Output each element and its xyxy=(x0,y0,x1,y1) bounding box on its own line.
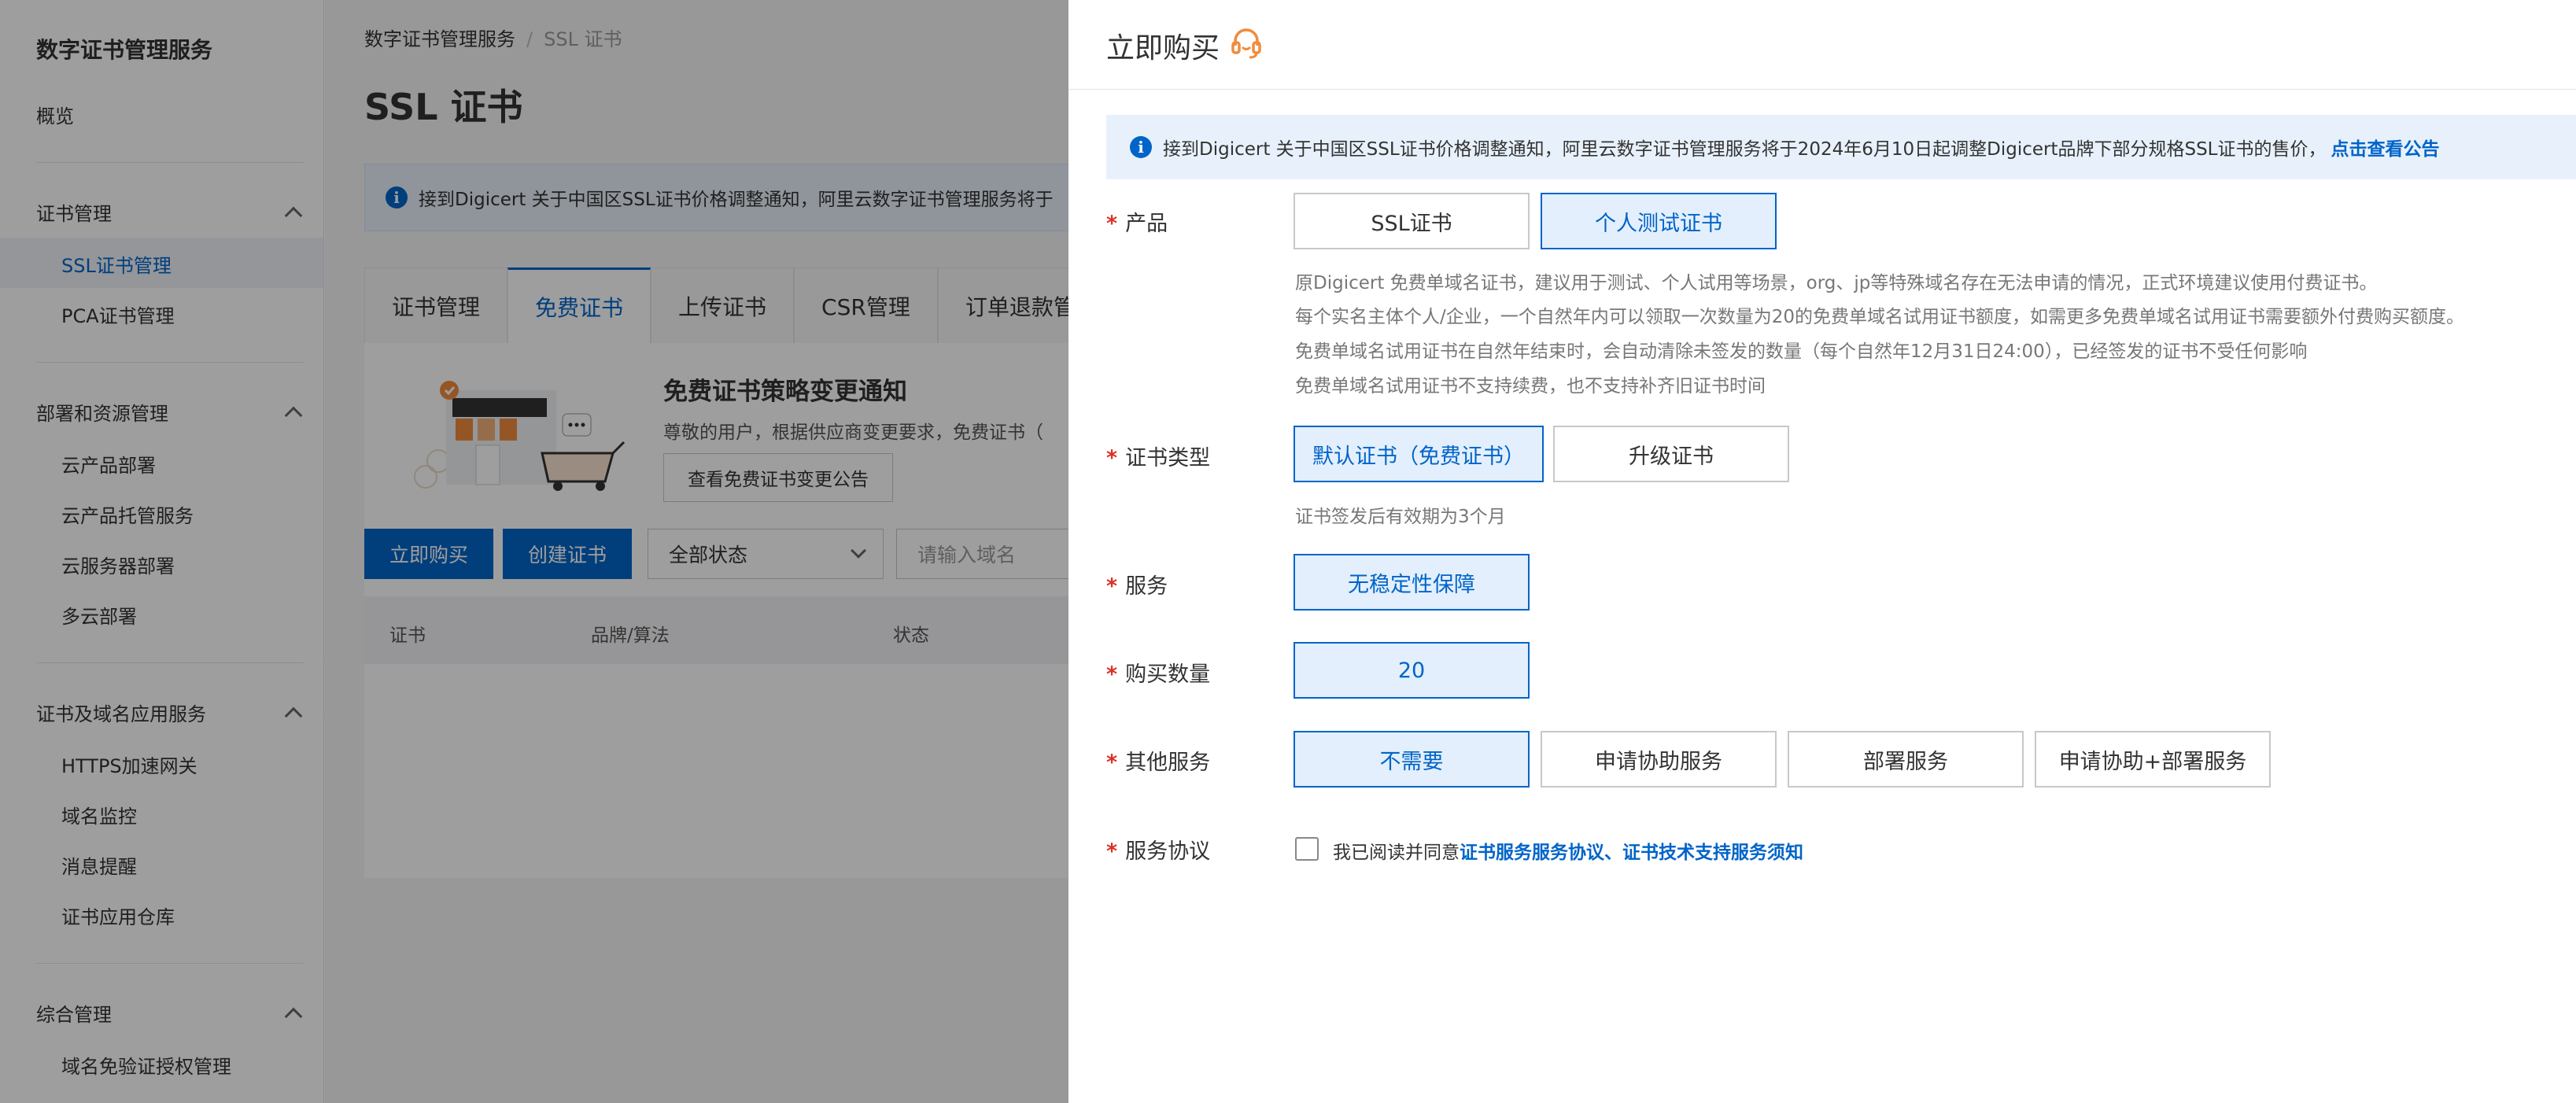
other-service-option-assist[interactable]: 申请协助服务 xyxy=(1541,731,1777,788)
headset-icon[interactable] xyxy=(1229,25,1264,60)
view-announcement-link[interactable]: 点击查看公告 xyxy=(2331,134,2440,160)
cert-type-option-default[interactable]: 默认证书（免费证书） xyxy=(1294,426,1544,482)
other-service-option-assist-deploy[interactable]: 申请协助+部署服务 xyxy=(2035,731,2271,788)
drawer-price-notice: i 接到Digicert 关于中国区SSL证书价格调整通知，阿里云数字证书管理服… xyxy=(1106,115,2576,179)
other-service-label: * 其他服务 xyxy=(1106,751,1211,775)
info-icon: i xyxy=(1130,136,1152,158)
product-help-line: 原Digicert 免费单域名证书，建议用于测试、个人试用等场景，org、jp等… xyxy=(1295,273,2378,293)
drawer-notice-text: 接到Digicert 关于中国区SSL证书价格调整通知，阿里云数字证书管理服务将… xyxy=(1163,139,2327,160)
other-service-option-deploy[interactable]: 部署服务 xyxy=(1788,731,2024,788)
service-label: * 服务 xyxy=(1106,574,1168,599)
drawer-title: 立即购买 xyxy=(1106,32,1220,65)
agreement-text: 我已阅读并同意证书服务服务协议、证书技术支持服务须知 xyxy=(1333,837,1803,864)
cert-type-help: 证书签发后有效期为3个月 xyxy=(1295,507,1506,527)
product-option-personal-test[interactable]: 个人测试证书 xyxy=(1541,193,1777,249)
buy-now-drawer: 立即购买 i 接到Digicert 关于中国区SSL证书价格调整通知，阿里云数字… xyxy=(1068,0,2576,1103)
modal-overlay[interactable] xyxy=(0,0,1072,1103)
drawer-header: 立即购买 xyxy=(1068,0,2576,90)
product-label: * 产品 xyxy=(1106,212,1168,236)
product-help-line: 免费单域名试用证书在自然年结束时，会自动清除未签发的数量（每个自然年12月31日… xyxy=(1295,341,2308,362)
quantity-option[interactable]: 20 xyxy=(1294,642,1530,699)
quantity-label: * 购买数量 xyxy=(1106,662,1211,687)
cert-type-label: * 证书类型 xyxy=(1106,446,1211,470)
agreement-prefix: 我已阅读并同意 xyxy=(1333,843,1460,863)
service-option-no-sla[interactable]: 无稳定性保障 xyxy=(1294,554,1530,611)
product-help-line: 每个实名主体个人/企业，一个自然年内可以领取一次数量为20的免费单域名试用证书额… xyxy=(1295,307,2465,327)
cert-type-option-upgrade[interactable]: 升级证书 xyxy=(1553,426,1789,482)
product-help-line: 免费单域名试用证书不支持续费，也不支持补齐旧证书时间 xyxy=(1295,376,1766,397)
agreement-label: * 服务协议 xyxy=(1106,839,1211,864)
other-service-option-none[interactable]: 不需要 xyxy=(1294,731,1530,788)
agreement-checkbox[interactable] xyxy=(1295,837,1319,861)
product-option-ssl[interactable]: SSL证书 xyxy=(1294,193,1530,249)
agreement-link[interactable]: 证书服务服务协议、证书技术支持服务须知 xyxy=(1460,843,1803,863)
